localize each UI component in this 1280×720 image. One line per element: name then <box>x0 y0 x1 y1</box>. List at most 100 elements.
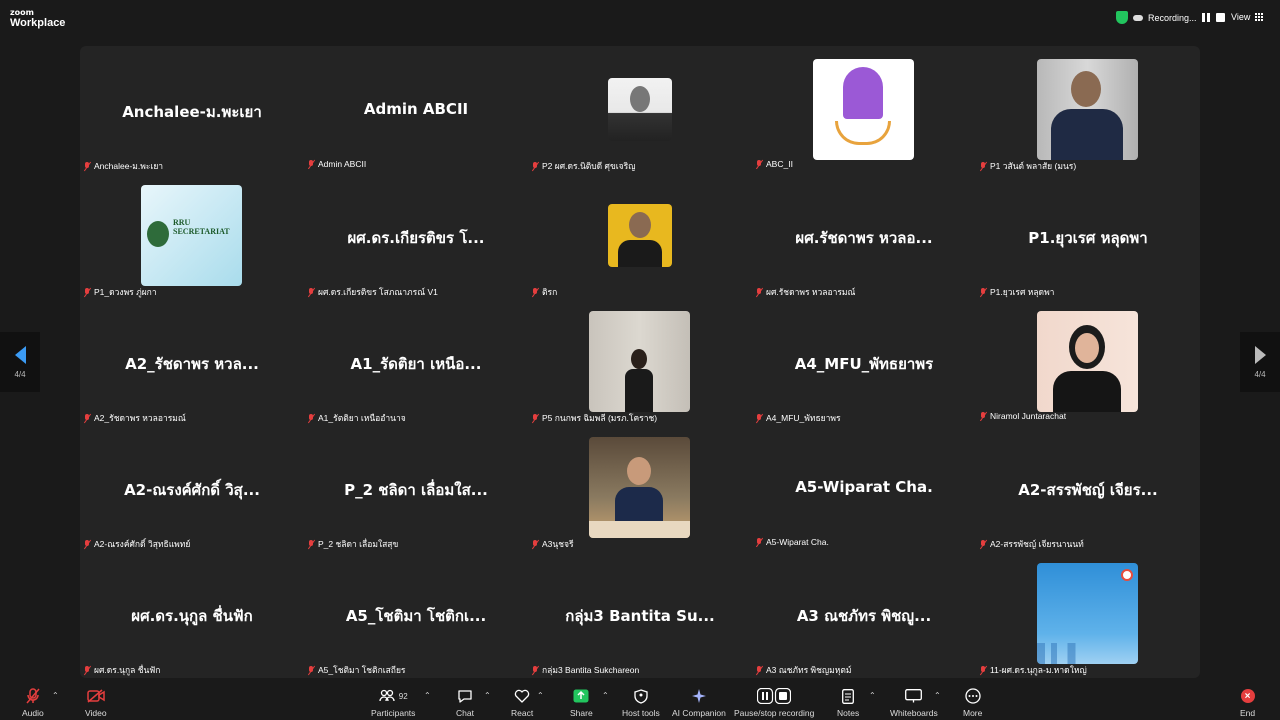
mic-muted-icon <box>84 539 91 549</box>
video-off-icon <box>87 686 105 706</box>
mic-muted-icon <box>308 539 315 549</box>
participant-photo <box>589 311 690 412</box>
participant-photo <box>1037 563 1138 664</box>
react-button[interactable]: React <box>511 686 533 718</box>
participant-name: A1_รัดติยา เหนือ... <box>350 355 482 373</box>
participant-photo <box>608 78 672 141</box>
participant-label: P2 ผศ.ดร.นิติบดี ศุขเจริญ <box>542 161 636 171</box>
participant-label: Anchalee-ม.พะเยา <box>94 161 164 171</box>
participant-tile[interactable]: Niramol Juntarachat <box>976 298 1200 424</box>
participant-label: Niramol Juntarachat <box>990 411 1067 421</box>
participant-tile[interactable]: P5 กนกพร ฉิมพลี (มรภ.โคราช) <box>528 298 752 424</box>
next-page-button[interactable]: 4/4 <box>1240 332 1280 392</box>
participant-tile[interactable]: A2-สรรพัชญ์ เจียร... A2-สรรพัชญ์ เจียรนา… <box>976 424 1200 550</box>
zoom-logo: zoom Workplace <box>10 9 65 29</box>
participant-name: P1.ยุวเรศ หลุดพา <box>1028 229 1148 247</box>
participant-tile[interactable]: Anchalee-ม.พะเยา Anchalee-ม.พะเยา <box>80 46 304 172</box>
end-label: End <box>1240 708 1256 718</box>
whiteboard-icon <box>905 686 923 706</box>
participant-label: 11-ผศ.ดร.นุกูล-ม.หาดใหญ่ <box>990 665 1087 675</box>
mic-muted-icon <box>308 413 315 423</box>
participant-name: A3 ณชภัทร พิชญู... <box>796 607 932 625</box>
rru-secretariat-logo: RRU SECRETARIAT <box>141 185 242 286</box>
participant-tile[interactable]: P_2 ชลิดา เลื่อมใส... P_2 ชลิดา เลื่อมใส… <box>304 424 528 550</box>
participant-tile[interactable]: 11-ผศ.ดร.นุกูล-ม.หาดใหญ่ <box>976 550 1200 676</box>
sparkle-icon <box>691 686 707 706</box>
notes-options-caret[interactable]: ⌃ <box>869 691 876 700</box>
participant-tile[interactable]: ผศ.ดร.เกียรติขร โ... ผศ.ดร.เกียรติขร โสภ… <box>304 172 528 298</box>
chat-button[interactable]: Chat <box>456 686 474 718</box>
mic-muted-icon <box>980 287 987 297</box>
view-label: View <box>1231 12 1251 22</box>
participant-tile[interactable]: ติรก <box>528 172 752 298</box>
participant-tile[interactable]: A2-ณรงค์ศักดิ์ วิสุ... A2-ณรงค์ศักดิ์ วิ… <box>80 424 304 550</box>
participant-label: P1 วสันต์ พลาสัย (มนร) <box>990 161 1077 171</box>
ai-companion-button[interactable]: AI Companion <box>672 686 726 718</box>
participant-tile[interactable]: A5_โชติมา โชติกเ... A5_โชติมา โชติกเสถีย… <box>304 550 528 676</box>
end-meeting-button[interactable]: × End <box>1240 686 1255 718</box>
participant-label: P_2 ชลิดา เลื่อมใสสุข <box>318 539 399 549</box>
end-icon: × <box>1240 689 1255 703</box>
participant-tile[interactable]: A5-Wiparat Cha. A5-Wiparat Cha. <box>752 424 976 550</box>
participant-tile[interactable]: P1 วสันต์ พลาสัย (มนร) <box>976 46 1200 172</box>
participant-tile[interactable]: P1.ยุวเรศ หลุดพา P1.ยุวเรศ หลุดพา <box>976 172 1200 298</box>
mic-muted-icon <box>84 413 91 423</box>
chat-icon <box>457 686 473 706</box>
participant-tile[interactable]: RRU SECRETARIAT P1_ดวงพร ภู่ผกา <box>80 172 304 298</box>
pause-recording-label: Pause/stop recording <box>734 708 815 718</box>
chat-options-caret[interactable]: ⌃ <box>484 691 491 700</box>
participant-tile[interactable]: Admin ABCII Admin ABCII <box>304 46 528 172</box>
audio-button[interactable]: Audio <box>22 686 44 718</box>
share-options-caret[interactable]: ⌃ <box>602 691 609 700</box>
participant-name: ผศ.รัชดาพร หวลอ... <box>795 229 933 247</box>
participant-tile[interactable]: ผศ.ดร.นุกูล ชื่นฟัก ผศ.ดร.นุกูล ชื่นฟัก <box>80 550 304 676</box>
participant-tile[interactable]: ผศ.รัชดาพร หวลอ... ผศ.รัชดาพร หวลอารมณ์ <box>752 172 976 298</box>
mic-muted-icon <box>980 539 987 549</box>
participant-tile[interactable]: A3นุชจรี <box>528 424 752 550</box>
participant-name: A5_โชติมา โชติกเ... <box>345 607 487 625</box>
mic-muted-icon <box>756 159 763 169</box>
participant-tile[interactable]: A3 ณชภัทร พิชญู... A3 ณชภัทร พิชญมหุตม์ <box>752 550 976 676</box>
arrow-left-icon <box>14 345 26 364</box>
participant-tile[interactable]: P2 ผศ.ดร.นิติบดี ศุขเจริญ <box>528 46 752 172</box>
ai-companion-label: AI Companion <box>672 708 726 718</box>
participant-label: P5 กนกพร ฉิมพลี (มรภ.โคราช) <box>542 413 658 423</box>
mic-muted-icon <box>532 665 539 675</box>
view-button[interactable]: View <box>1231 12 1264 22</box>
pause-recording-icon[interactable] <box>1201 13 1211 22</box>
mic-muted-icon <box>308 665 315 675</box>
more-button[interactable]: More <box>963 686 982 718</box>
participant-tile[interactable]: กลุ่ม3 Bantita Su... กลุ่ม3 Bantita Sukc… <box>528 550 752 676</box>
participant-tile[interactable]: A4_MFU_พัทธยาพร A4_MFU_พัทธยาพร <box>752 298 976 424</box>
whiteboards-button[interactable]: Whiteboards <box>890 686 938 718</box>
host-tools-button[interactable]: Host tools <box>622 686 660 718</box>
top-bar: zoom Workplace Recording... View <box>0 0 1280 36</box>
participant-name: A2-สรรพัชญ์ เจียร... <box>1018 481 1158 499</box>
mic-muted-icon <box>756 537 763 547</box>
whiteboards-label: Whiteboards <box>890 708 938 718</box>
notes-button[interactable]: Notes <box>837 686 859 718</box>
participant-label: A3 ณชภัทร พิชญมหุตม์ <box>766 665 852 675</box>
share-button[interactable]: Share <box>570 686 593 718</box>
previous-page-button[interactable]: 4/4 <box>0 332 40 392</box>
participant-tile[interactable]: A2_รัชดาพร หวล... A2_รัชดาพร หวลอารมณ์ <box>80 298 304 424</box>
share-screen-icon <box>573 686 589 706</box>
participant-tile[interactable]: ABC_II <box>752 46 976 172</box>
participants-icon: 92 <box>379 686 408 706</box>
participant-label: A2-สรรพัชญ์ เจียรนานนท์ <box>990 539 1084 549</box>
audio-options-caret[interactable]: ⌃ <box>52 691 59 700</box>
stop-recording-icon[interactable] <box>1215 13 1225 22</box>
mic-muted-icon <box>756 287 763 297</box>
react-options-caret[interactable]: ⌃ <box>537 691 544 700</box>
chat-label: Chat <box>456 708 474 718</box>
participant-tile[interactable]: A1_รัดติยา เหนือ... A1_รัตติยา เหนืออำนา… <box>304 298 528 424</box>
participant-name: กลุ่ม3 Bantita Su... <box>565 607 715 625</box>
whiteboards-options-caret[interactable]: ⌃ <box>934 691 941 700</box>
participants-label: Participants <box>371 708 416 718</box>
shield-icon[interactable] <box>1116 11 1128 24</box>
participant-label: P1.ยุวเรศ หลุดพา <box>990 287 1055 297</box>
participants-options-caret[interactable]: ⌃ <box>424 691 431 700</box>
video-button[interactable]: Video <box>85 686 107 718</box>
pause-stop-recording-button[interactable]: Pause/stop recording <box>734 686 814 718</box>
participants-button[interactable]: 92 Participants <box>371 686 415 718</box>
